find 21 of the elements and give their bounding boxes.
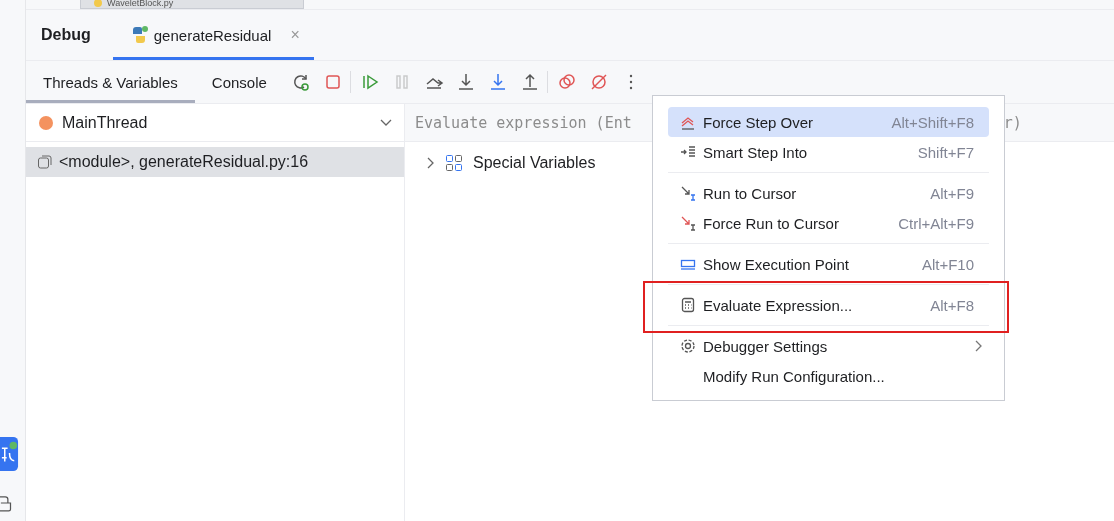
shortcut-label: Ctrl+Alt+F9 bbox=[898, 214, 974, 232]
menu-item-label: Modify Run Configuration... bbox=[703, 367, 886, 385]
menu-item-label: Evaluate Expression... bbox=[703, 296, 854, 314]
menu-item-label: Force Run to Cursor bbox=[703, 214, 840, 232]
thread-name: MainThread bbox=[62, 113, 149, 132]
menu-item-label: Force Step Over bbox=[703, 113, 815, 131]
shortcut-label: Shift+F7 bbox=[917, 143, 974, 161]
frame-label: <module>, generateResidual.py:16 bbox=[59, 153, 309, 171]
shortcut-label: Alt+F9 bbox=[930, 184, 974, 202]
variable-label: Special Variables bbox=[473, 154, 596, 172]
evaluate-placeholder-end: r) bbox=[1003, 113, 1022, 132]
menu-item-label: Run to Cursor bbox=[703, 184, 798, 202]
shortcut-label: Alt+Shift+F8 bbox=[891, 113, 974, 131]
menu-item-label: Smart Step Into bbox=[703, 143, 809, 161]
run-tab-label: generateResidual bbox=[153, 26, 272, 44]
shortcut-label: Alt+F10 bbox=[921, 255, 974, 273]
shortcut-label: Alt+F8 bbox=[930, 296, 974, 314]
tool-window-title: Debug bbox=[41, 26, 91, 44]
evaluate-placeholder: Evaluate expression (Ent bbox=[415, 113, 632, 132]
menu-item-label: Show Execution Point bbox=[703, 255, 850, 273]
menu-item-label: Debugger Settings bbox=[703, 337, 829, 355]
